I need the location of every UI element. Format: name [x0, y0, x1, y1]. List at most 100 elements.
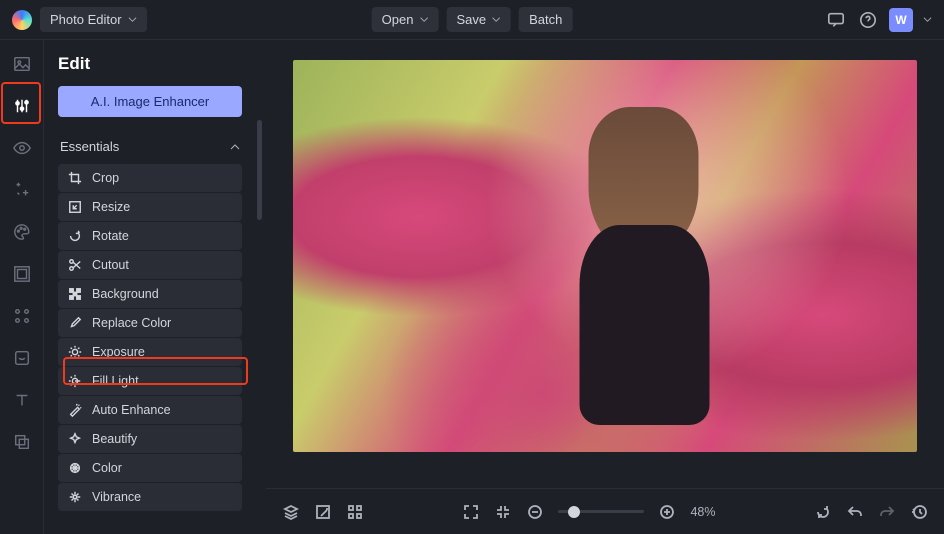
save-label: Save: [456, 12, 486, 27]
chat-icon: [827, 11, 845, 29]
bottombar-left: [282, 503, 364, 521]
maximize-icon: [463, 504, 479, 520]
bottombar-right: [814, 503, 928, 521]
chevron-down-icon[interactable]: [923, 15, 932, 24]
tool-background[interactable]: Background: [58, 280, 242, 308]
rail-frame[interactable]: [10, 262, 34, 286]
rail-retouch[interactable]: [10, 346, 34, 370]
open-button[interactable]: Open: [372, 7, 439, 32]
tool-vibrance[interactable]: Vibrance: [58, 483, 242, 511]
tool-fill-light[interactable]: Fill Light: [58, 367, 242, 395]
redo-icon: [879, 504, 895, 520]
sliders-icon: [13, 97, 31, 115]
rail-text[interactable]: [10, 388, 34, 412]
save-button[interactable]: Save: [446, 7, 511, 32]
tool-cutout[interactable]: Cutout: [58, 251, 242, 279]
tool-replace-color[interactable]: Replace Color: [58, 309, 242, 337]
reset-button[interactable]: [814, 503, 832, 521]
zoom-percent-label: 48%: [690, 505, 715, 519]
grid-icon: [347, 504, 363, 520]
chevron-down-icon: [419, 15, 428, 24]
sidebar-title: Edit: [58, 54, 256, 74]
ai-image-enhancer-button[interactable]: A.I. Image Enhancer: [58, 86, 242, 117]
zoom-slider[interactable]: [558, 510, 644, 513]
layers-button[interactable]: [282, 503, 300, 521]
tool-color[interactable]: Color: [58, 454, 242, 482]
wand-icon: [68, 403, 82, 417]
image-icon: [13, 55, 31, 73]
rail-palette[interactable]: [10, 220, 34, 244]
tool-label: Fill Light: [92, 374, 139, 388]
tool-exposure[interactable]: Exposure: [58, 338, 242, 366]
zoom-out-button[interactable]: [526, 503, 544, 521]
essentials-tool-list: Crop Resize Rotate Cutout Background Rep…: [58, 164, 242, 511]
rail-eye[interactable]: [10, 136, 34, 160]
zoom-slider-thumb[interactable]: [568, 506, 580, 518]
eyedropper-icon: [68, 316, 82, 330]
crop-icon: [68, 171, 82, 185]
canvas-viewport[interactable]: [266, 40, 944, 488]
rail-effects[interactable]: [10, 178, 34, 202]
layers-icon: [283, 504, 299, 520]
undo-icon: [847, 504, 863, 520]
minus-circle-icon: [527, 504, 543, 520]
main-layout: Edit A.I. Image Enhancer Essentials Crop…: [0, 40, 944, 534]
layers-icon: [13, 433, 31, 451]
frame-icon: [13, 265, 31, 283]
rail-adjust[interactable]: [10, 94, 34, 118]
rail-image[interactable]: [10, 52, 34, 76]
sparkle-icon: [13, 181, 31, 199]
tool-auto-enhance[interactable]: Auto Enhance: [58, 396, 242, 424]
chevron-up-icon: [230, 142, 240, 152]
section-essentials-label: Essentials: [60, 139, 119, 154]
history-icon: [911, 504, 927, 520]
refresh-icon: [815, 504, 831, 520]
tool-label: Color: [92, 461, 122, 475]
tool-label: Exposure: [92, 345, 145, 359]
compare-icon: [315, 504, 331, 520]
tool-label: Auto Enhance: [92, 403, 171, 417]
sparkle-icon: [68, 432, 82, 446]
user-avatar[interactable]: W: [889, 8, 913, 32]
tool-beautify[interactable]: Beautify: [58, 425, 242, 453]
fullscreen-button[interactable]: [462, 503, 480, 521]
tool-crop[interactable]: Crop: [58, 164, 242, 192]
redo-button[interactable]: [878, 503, 896, 521]
compare-button[interactable]: [314, 503, 332, 521]
batch-label: Batch: [529, 12, 562, 27]
tool-label: Rotate: [92, 229, 129, 243]
sidebar-scrollbar[interactable]: [257, 120, 262, 220]
tool-label: Resize: [92, 200, 130, 214]
feedback-button[interactable]: [825, 9, 847, 31]
grid-icon: [13, 307, 31, 325]
app-menu-label: Photo Editor: [50, 12, 122, 27]
tool-label: Cutout: [92, 258, 129, 272]
batch-button[interactable]: Batch: [519, 7, 572, 32]
chevron-down-icon: [128, 15, 137, 24]
tool-resize[interactable]: Resize: [58, 193, 242, 221]
canvas-image: [293, 60, 917, 452]
fit-button[interactable]: [494, 503, 512, 521]
tool-label: Vibrance: [92, 490, 141, 504]
sun-icon: [68, 345, 82, 359]
zoom-in-button[interactable]: [658, 503, 676, 521]
tool-label: Replace Color: [92, 316, 171, 330]
topbar: Photo Editor Open Save Batch W: [0, 0, 944, 40]
app-menu-button[interactable]: Photo Editor: [40, 7, 147, 32]
app-logo: [12, 10, 32, 30]
left-icon-rail: [0, 40, 44, 534]
undo-button[interactable]: [846, 503, 864, 521]
retouch-icon: [13, 349, 31, 367]
help-button[interactable]: [857, 9, 879, 31]
section-essentials-header[interactable]: Essentials: [58, 135, 242, 158]
history-button[interactable]: [910, 503, 928, 521]
scissors-icon: [68, 258, 82, 272]
grid-button[interactable]: [346, 503, 364, 521]
rail-overlay[interactable]: [10, 304, 34, 328]
rail-elements[interactable]: [10, 430, 34, 454]
tool-rotate[interactable]: Rotate: [58, 222, 242, 250]
text-icon: [13, 391, 31, 409]
rotate-icon: [68, 229, 82, 243]
canvas-area: 48%: [266, 40, 944, 534]
tool-label: Crop: [92, 171, 119, 185]
